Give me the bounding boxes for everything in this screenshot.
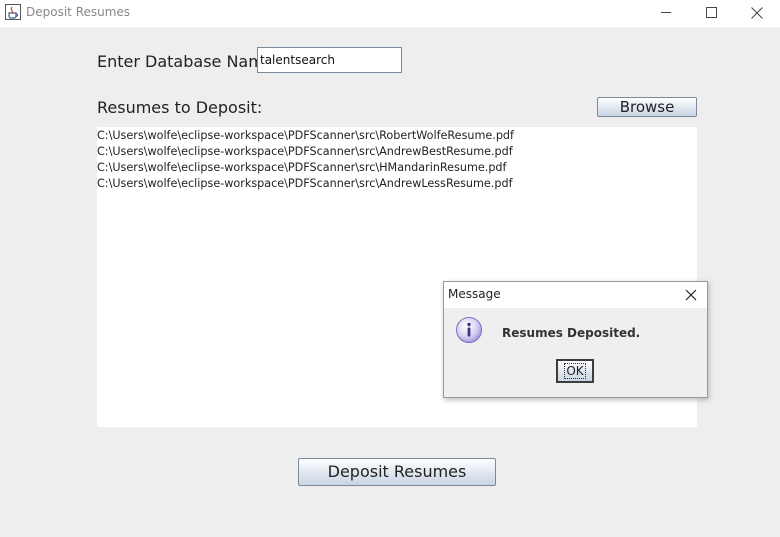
java-cup-icon xyxy=(5,4,21,20)
browse-button[interactable]: Browse xyxy=(597,97,697,117)
info-icon xyxy=(455,316,483,344)
list-item: C:\Users\wolfe\eclipse-workspace\PDFScan… xyxy=(97,145,513,158)
ok-button-label: OK xyxy=(564,363,586,379)
close-icon xyxy=(685,289,697,301)
dialog-close-button[interactable] xyxy=(680,285,702,305)
window-title: Deposit Resumes xyxy=(26,5,131,19)
message-dialog: Message Resumes Deposited. OK xyxy=(443,281,708,398)
ok-button[interactable]: OK xyxy=(556,359,594,383)
list-item: C:\Users\wolfe\eclipse-workspace\PDFScan… xyxy=(97,177,513,190)
list-item: C:\Users\wolfe\eclipse-workspace\PDFScan… xyxy=(97,129,514,142)
database-name-input[interactable] xyxy=(257,47,402,73)
minimize-button[interactable] xyxy=(643,0,689,27)
title-bar: Deposit Resumes xyxy=(0,0,780,27)
close-button[interactable] xyxy=(734,0,780,27)
maximize-button[interactable] xyxy=(689,0,735,27)
list-item: C:\Users\wolfe\eclipse-workspace\PDFScan… xyxy=(97,161,507,174)
deposit-resumes-button[interactable]: Deposit Resumes xyxy=(298,458,496,486)
minimize-icon xyxy=(661,12,671,13)
dialog-title: Message xyxy=(448,287,501,301)
maximize-icon xyxy=(706,7,717,18)
close-icon xyxy=(751,7,763,19)
dialog-message: Resumes Deposited. xyxy=(502,326,641,340)
resumes-to-deposit-label: Resumes to Deposit: xyxy=(97,98,263,117)
database-name-label: Enter Database Name: xyxy=(97,52,280,71)
dialog-title-bar: Message xyxy=(444,282,707,308)
